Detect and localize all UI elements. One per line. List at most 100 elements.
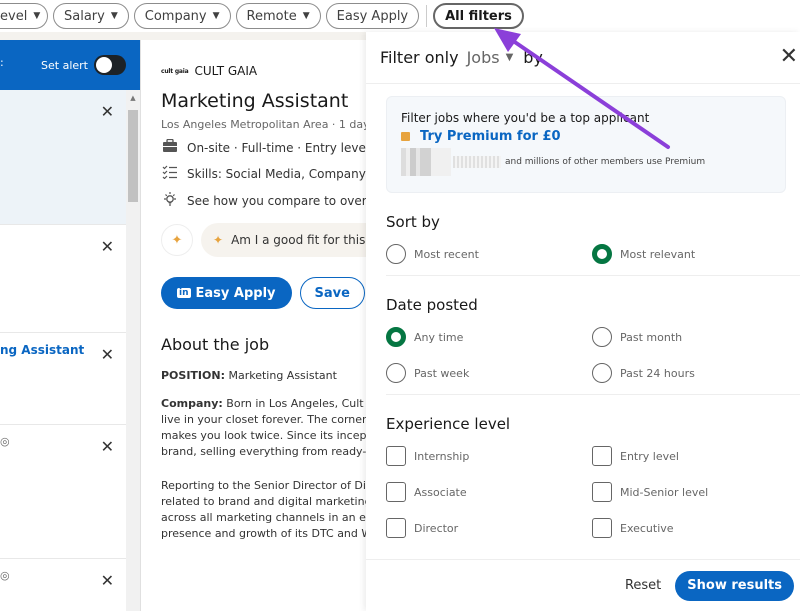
paragraph-line: Reporting to the Senior Director of Digi… [161, 479, 366, 492]
radio-button[interactable] [386, 244, 406, 264]
chevron-down-icon[interactable]: ▼ [506, 52, 514, 63]
filter-experience-level[interactable]: evel ▼ [0, 3, 48, 29]
checkbox[interactable] [592, 518, 612, 538]
dismiss-job-icon[interactable]: ✕ [101, 237, 114, 256]
dismiss-job-icon[interactable]: ✕ [101, 571, 114, 590]
skills-text: Skills: Social Media, Company Presence [187, 167, 366, 181]
job-list-item[interactable]: ✕ [0, 90, 126, 225]
lightbulb-icon [161, 191, 179, 211]
members-text: and millions of other members use Premiu… [505, 157, 706, 167]
set-alert-toggle[interactable] [94, 55, 126, 75]
compare-text: See how you compare to over 100 other ap… [187, 194, 366, 208]
exp-associate[interactable]: Associate [386, 481, 592, 503]
ai-prompt-text: Am I a good fit for this job? [231, 233, 366, 247]
date-past-month[interactable]: Past month [592, 326, 798, 348]
option-label: Internship [414, 449, 470, 463]
sort-most-recent[interactable]: Most recent [386, 243, 592, 265]
reset-button[interactable]: Reset [625, 578, 661, 593]
checkbox[interactable] [386, 518, 406, 538]
job-location-meta: Los Angeles Metropolitan Area · 1 day ag… [161, 118, 366, 131]
radio-button[interactable] [592, 244, 612, 264]
linkedin-icon: in [177, 288, 191, 298]
alert-bar-edge-text: : [0, 56, 4, 69]
paragraph-line: live in your closet forever. The corners… [161, 413, 366, 426]
option-label: Entry level [620, 449, 679, 463]
filter-easy-apply[interactable]: Easy Apply [325, 3, 420, 29]
date-past-week[interactable]: Past week [386, 362, 592, 384]
chevron-down-icon: ▼ [212, 11, 220, 21]
chevron-down-icon: ▼ [33, 11, 41, 21]
company-paragraph: Company: Born in Los Angeles, Cult Gaia … [161, 396, 366, 460]
job-type-row: On-site · Full-time · Entry level [161, 138, 366, 157]
paragraph-line: brand, selling everything from ready-to-… [161, 445, 366, 458]
compare-row[interactable]: See how you compare to over 100 other ap… [161, 191, 366, 211]
date-past-24-hours[interactable]: Past 24 hours [592, 362, 798, 384]
radio-button[interactable] [592, 327, 612, 347]
easy-apply-label: Easy Apply [195, 285, 276, 301]
paragraph-line: across all marketing channels in an effo… [161, 511, 366, 524]
scroll-up-icon[interactable]: ▲ [126, 94, 140, 102]
company-logo[interactable]: cult gaia [161, 68, 189, 75]
checkbox[interactable] [592, 482, 612, 502]
checkbox[interactable] [386, 446, 406, 466]
dismiss-job-icon[interactable]: ✕ [101, 345, 114, 364]
radio-button[interactable] [386, 327, 406, 347]
exp-director[interactable]: Director [386, 517, 592, 539]
filter-company[interactable]: Company ▼ [133, 3, 231, 29]
radio-button[interactable] [592, 363, 612, 383]
filter-remote[interactable]: Remote ▼ [235, 3, 321, 29]
job-list-item-title[interactable]: ng Assistant [0, 343, 84, 357]
exp-mid-senior[interactable]: Mid-Senior level [592, 481, 798, 503]
sort-most-relevant[interactable]: Most relevant [592, 243, 798, 265]
company-name[interactable]: CULT GAIA [195, 64, 258, 78]
position-line: POSITION: Marketing Assistant [161, 368, 366, 384]
job-list-item[interactable]: ◎ ✕ [0, 559, 126, 611]
exp-internship[interactable]: Internship [386, 445, 592, 467]
job-list-item[interactable]: ng Assistant ✕ [0, 333, 126, 425]
filter-bar: evel ▼ Salary ▼ Company ▼ Remote ▼ Easy … [0, 0, 800, 32]
exp-executive[interactable]: Executive [592, 517, 798, 539]
option-label: Past week [414, 366, 470, 380]
option-label: Most relevant [620, 247, 696, 261]
try-premium-label: Try Premium for £0 [420, 129, 561, 144]
easy-apply-button[interactable]: in Easy Apply [161, 277, 292, 309]
radio-button[interactable] [386, 363, 406, 383]
job-list-scrollbar[interactable]: ▲ [126, 90, 140, 611]
briefcase-icon [161, 138, 179, 157]
filter-label: Easy Apply [336, 8, 409, 24]
save-job-button[interactable]: Save [299, 277, 365, 309]
show-results-label: Show results [687, 578, 782, 593]
checkbox[interactable] [592, 446, 612, 466]
experience-level-section: Experience level Internship Entry level … [386, 415, 800, 549]
job-list: : Set alert ✕ ✕ ng Assistant ✕ ◎ ✕ ◎ ✕ ▲ [0, 40, 140, 611]
job-list-item[interactable]: ✕ [0, 225, 126, 333]
job-list-item[interactable]: ◎ ✕ [0, 425, 126, 559]
job-alert-bar: : Set alert [0, 40, 140, 90]
close-icon[interactable]: ✕ [780, 44, 798, 69]
chevron-down-icon: ▼ [110, 11, 118, 21]
checkbox[interactable] [386, 482, 406, 502]
option-label: Most recent [414, 247, 479, 261]
date-any-time[interactable]: Any time [386, 326, 592, 348]
verified-shield-icon: ◎ [0, 569, 10, 582]
reporting-paragraph: Reporting to the Senior Director of Digi… [161, 478, 366, 542]
scope-select[interactable]: Jobs [467, 48, 500, 67]
divider [426, 5, 428, 27]
filter-only-label: Filter only [380, 48, 459, 67]
all-filters-button[interactable]: All filters [433, 3, 524, 29]
filter-salary[interactable]: Salary ▼ [53, 3, 129, 29]
ai-assistant-button[interactable]: ✦ [161, 224, 193, 256]
dismiss-job-icon[interactable]: ✕ [101, 102, 114, 121]
sort-by-heading: Sort by [386, 213, 440, 231]
exp-entry-level[interactable]: Entry level [592, 445, 798, 467]
try-premium-link[interactable]: Try Premium for £0 [401, 129, 771, 144]
skills-row[interactable]: Skills: Social Media, Company Presence [161, 165, 366, 183]
option-label: Any time [414, 330, 464, 344]
panel-footer: Reset Show results [366, 559, 800, 611]
by-label: by [523, 48, 543, 67]
show-results-button[interactable]: Show results [675, 570, 794, 601]
scrollbar-thumb[interactable] [128, 110, 138, 202]
dismiss-job-icon[interactable]: ✕ [101, 437, 114, 456]
ai-prompt-chip[interactable]: ✦ Am I a good fit for this job? [201, 223, 366, 257]
filter-label: evel [0, 8, 28, 24]
